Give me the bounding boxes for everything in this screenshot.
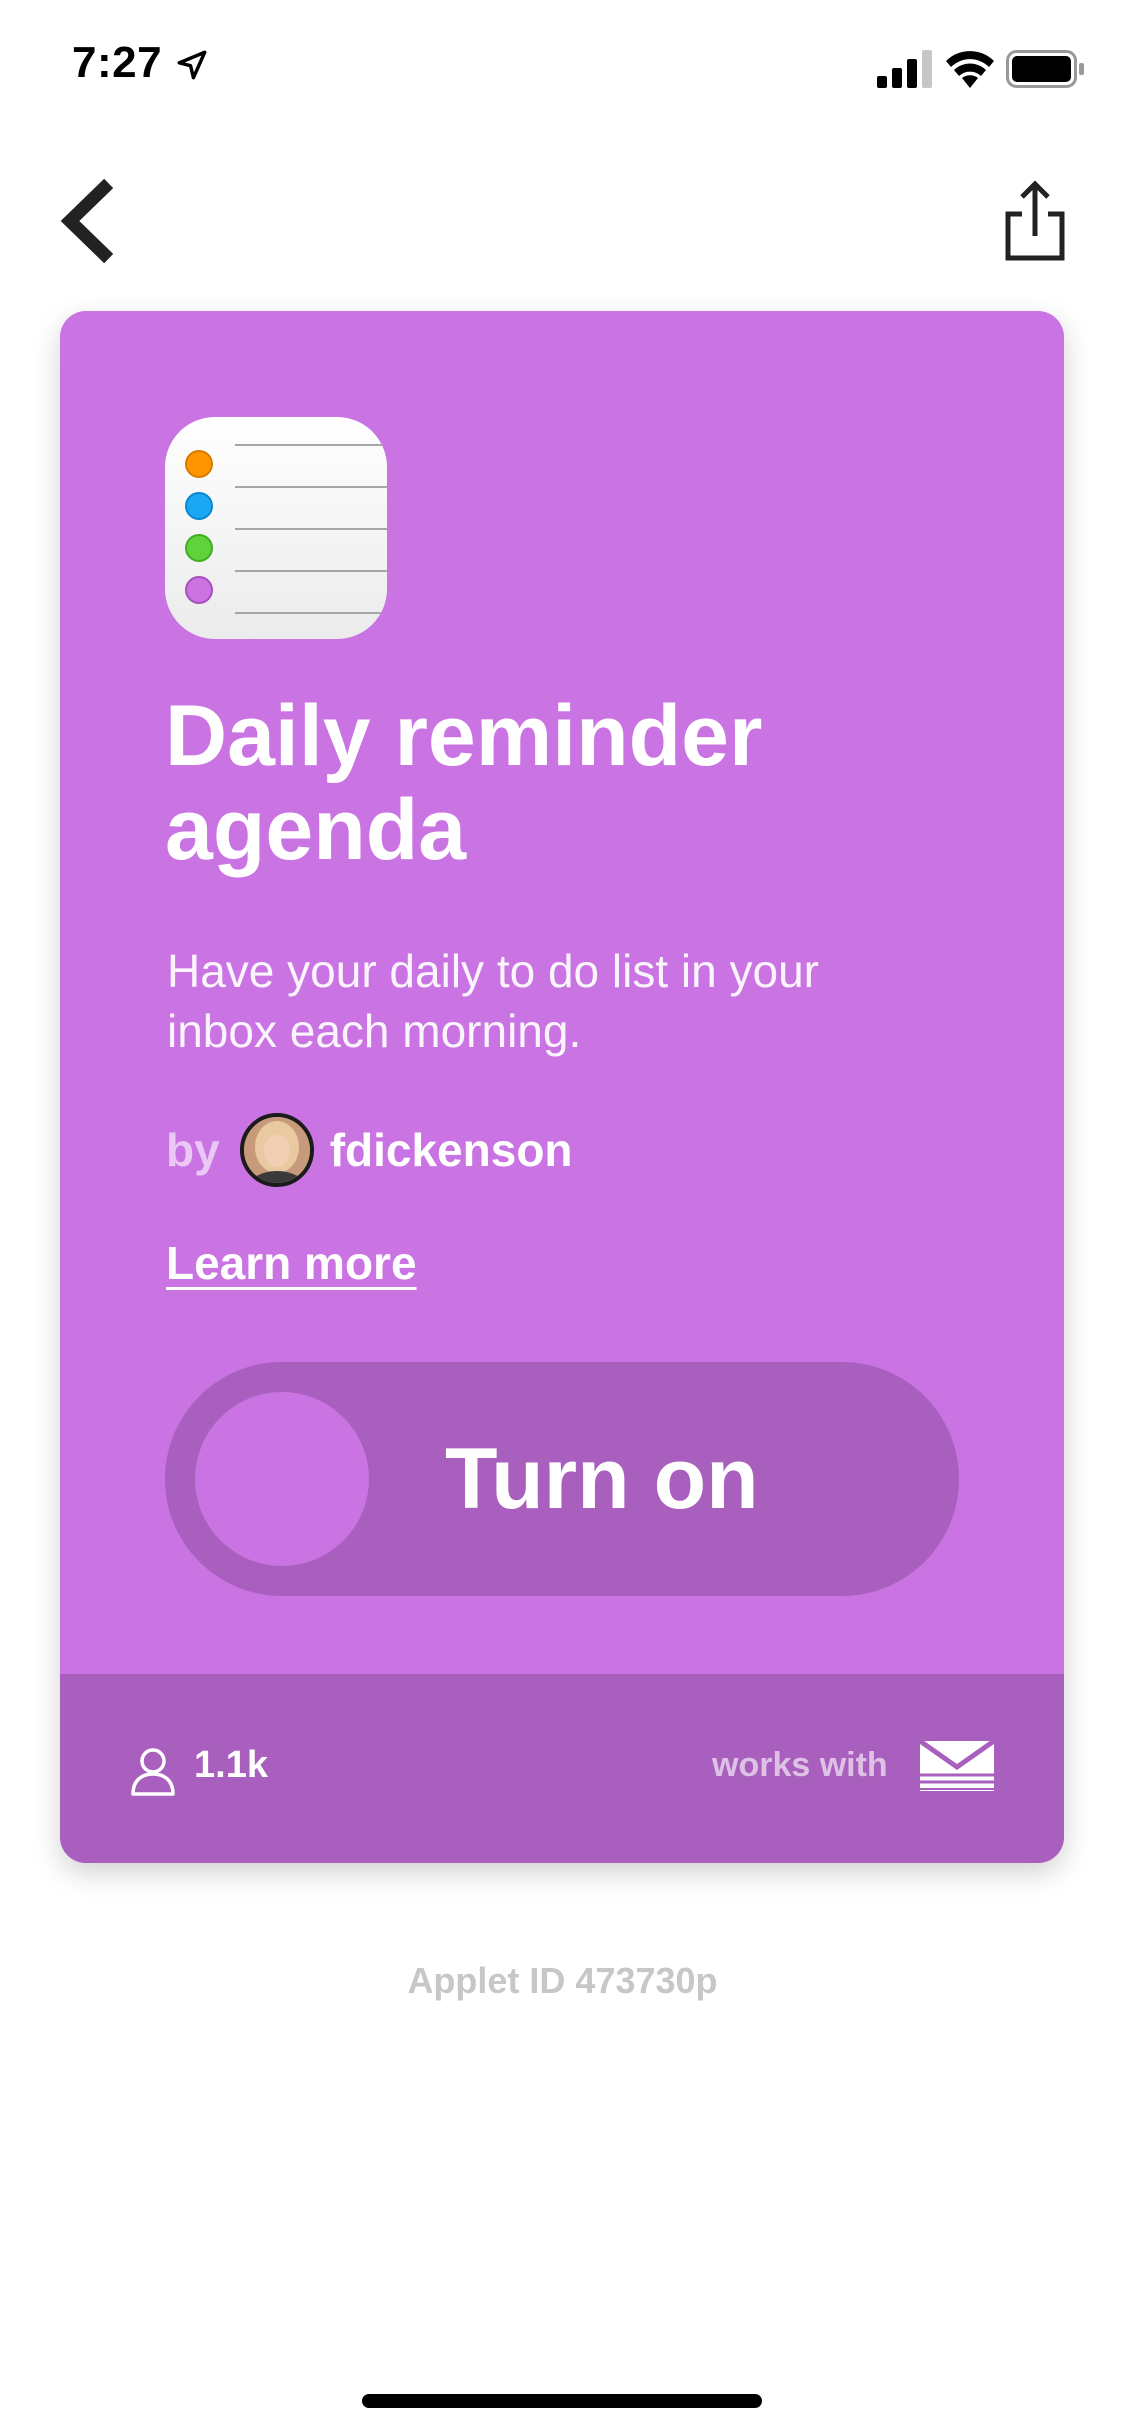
card-footer: 1.1k works with (60, 1674, 1064, 1863)
share-button[interactable] (1000, 178, 1070, 264)
status-bar: 7:27 (0, 0, 1125, 140)
works-with-label: works with (712, 1746, 888, 1784)
wifi-icon (946, 51, 994, 88)
share-icon (1005, 180, 1065, 261)
cellular-signal-icon (877, 50, 932, 88)
author-row: by fdickenson (166, 1111, 573, 1189)
email-icon (920, 1741, 994, 1791)
avatar-photo (243, 1117, 310, 1183)
chevron-left-icon (60, 178, 114, 264)
user-count: 1.1k (194, 1744, 268, 1786)
turn-on-toggle[interactable]: Turn on (165, 1362, 959, 1596)
applet-id: Applet ID 473730p (407, 1960, 718, 2001)
learn-more-link[interactable]: Learn more (166, 1236, 417, 1290)
reminders-app-icon (165, 417, 387, 639)
author-name[interactable]: fdickenson (330, 1123, 573, 1177)
toggle-knob[interactable] (195, 1392, 369, 1566)
toggle-label: Turn on (445, 1431, 759, 1527)
by-label: by (166, 1124, 220, 1176)
back-button[interactable] (52, 178, 122, 264)
applet-title: Daily reminder agenda (165, 688, 763, 878)
user-icon (131, 1748, 175, 1796)
battery-icon (1006, 50, 1084, 88)
applet-card: Daily reminder agenda Have your daily to… (60, 311, 1064, 1863)
applet-description: Have your daily to do list in your inbox… (167, 945, 819, 1057)
location-arrow-icon (177, 50, 207, 80)
avatar[interactable] (239, 1113, 314, 1187)
home-indicator[interactable] (362, 2394, 762, 2408)
reminders-icon-graphic (185, 444, 387, 614)
status-time: 7:27 (72, 38, 163, 87)
